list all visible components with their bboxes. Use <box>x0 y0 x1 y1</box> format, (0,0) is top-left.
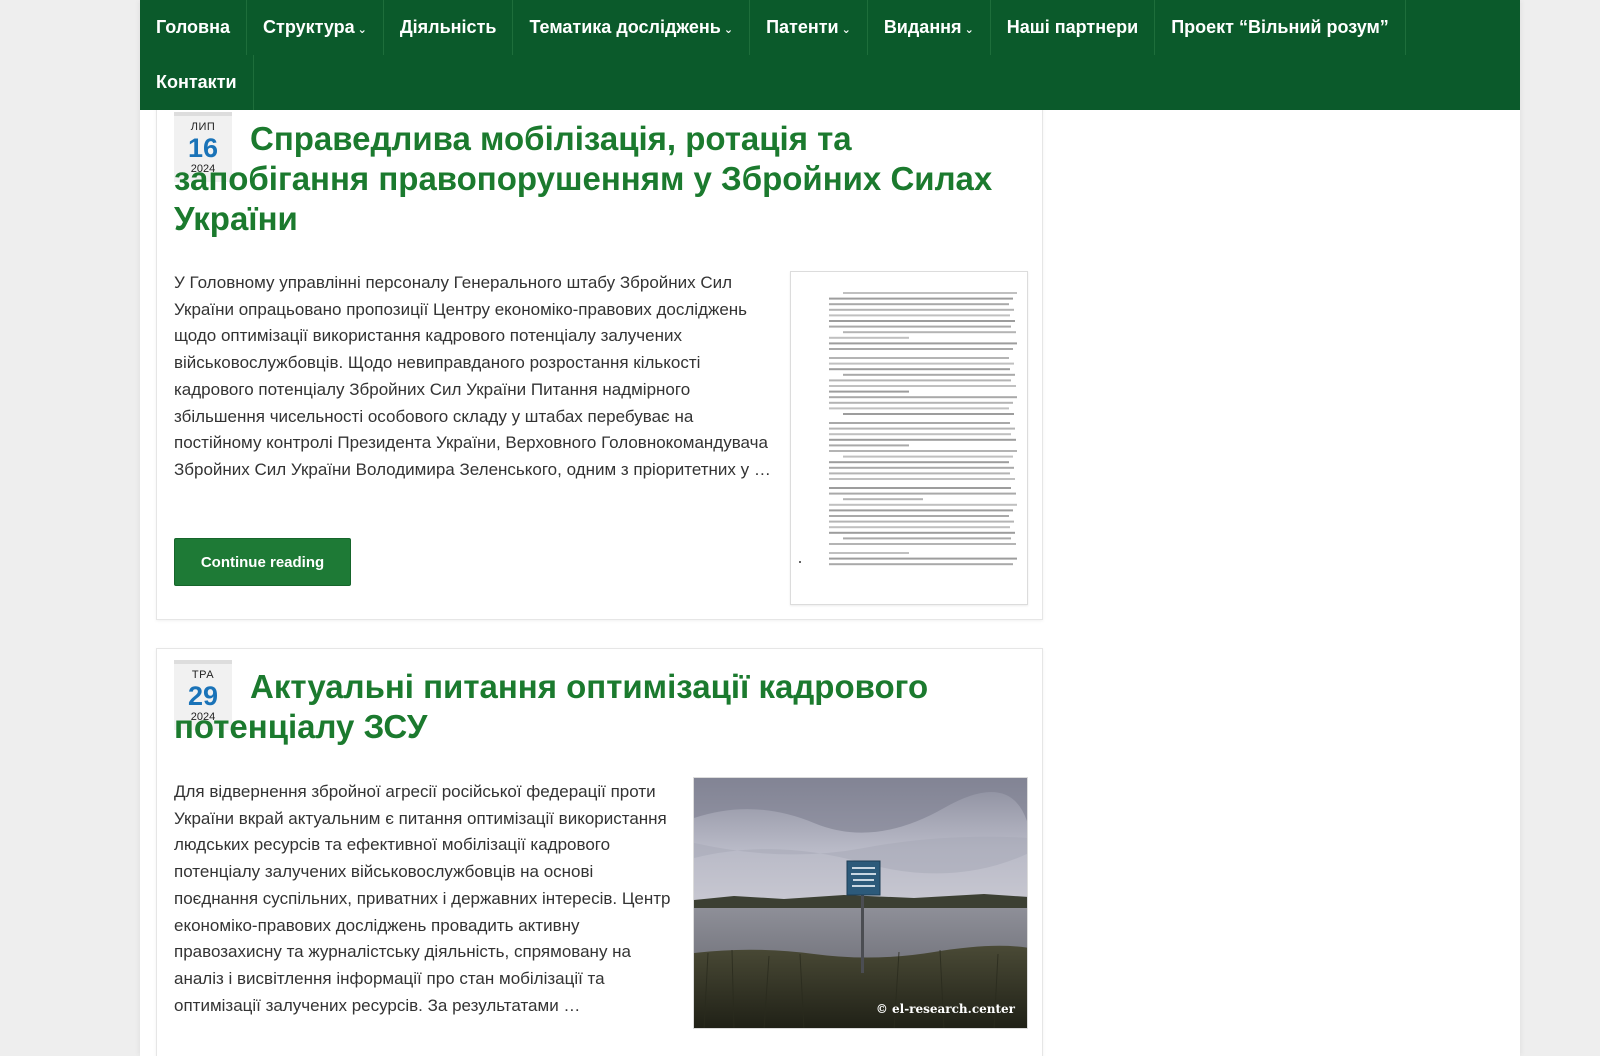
nav-item-label: Проект “Вільний розум” <box>1171 17 1389 37</box>
document-text-line <box>829 526 1010 529</box>
document-text-line <box>829 509 1013 512</box>
document-text-line <box>829 450 1017 452</box>
nav-item-label: Діяльність <box>399 17 497 37</box>
document-text-line <box>829 552 909 554</box>
document-text-line <box>829 557 1017 560</box>
document-text-line <box>829 401 1013 404</box>
post-photo[interactable]: © el-research.center <box>693 777 1028 1029</box>
photo-watermark-caption: © el-research.center <box>875 1002 1015 1016</box>
document-text-line <box>843 455 1013 458</box>
document-text-line <box>829 422 1010 424</box>
document-text-line <box>829 444 909 447</box>
document-text-line <box>829 472 1010 475</box>
nav-item-label: Структура <box>263 17 355 37</box>
document-text-line <box>829 320 1015 322</box>
document-text-line <box>829 303 1009 306</box>
nav-item-research-topics[interactable]: Тематика досліджень ⌄ <box>513 0 751 55</box>
document-thumbnail[interactable] <box>790 271 1028 605</box>
document-text-line <box>829 342 1017 345</box>
document-text-line <box>829 336 909 339</box>
document-text-line <box>829 563 1013 566</box>
nav-item-label: Контакти <box>156 72 237 92</box>
nav-item-activity[interactable]: Діяльність <box>384 0 514 55</box>
document-text-line <box>829 427 1015 430</box>
main-navigation: Головна Структура ⌄ Діяльність Тематика … <box>140 0 1520 110</box>
document-text-line <box>829 396 1017 399</box>
document-text-line <box>829 531 1015 534</box>
document-text-line <box>843 537 1011 540</box>
document-text-line <box>829 461 1009 464</box>
nav-item-free-mind-project[interactable]: Проект “Вільний розум” <box>1155 0 1406 55</box>
nav-item-contacts[interactable]: Контакти <box>140 55 254 110</box>
river-sign-photo-image <box>694 778 1027 1028</box>
nav-item-publications[interactable]: Видання ⌄ <box>868 0 991 55</box>
chevron-down-icon: ⌄ <box>841 23 851 36</box>
continue-reading-button[interactable]: Continue reading <box>174 538 351 586</box>
chevron-down-icon: ⌄ <box>723 23 734 36</box>
document-text-line <box>843 373 1015 376</box>
post-card: ТРА 29 2024 Актуальні питання оптимізаці… <box>156 648 1043 1056</box>
document-text-line <box>829 543 1016 545</box>
nav-item-label: Видання <box>883 17 962 37</box>
nav-item-label: Наші партнери <box>1006 17 1139 37</box>
nav-item-partners[interactable]: Наші партнери <box>991 0 1156 55</box>
post-excerpt: У Головному управлінні персоналу Генерал… <box>174 273 771 479</box>
document-text-line <box>829 433 1011 436</box>
post-excerpt: Для відвернення збройної агресії російсь… <box>174 782 671 1015</box>
nav-row-2: Контакти <box>140 55 1520 110</box>
document-text-line <box>829 515 1009 517</box>
nav-row-1: Головна Структура ⌄ Діяльність Тематика … <box>140 0 1520 55</box>
document-text-line <box>829 407 1009 410</box>
chevron-down-icon: ⌄ <box>964 23 974 36</box>
post-title[interactable]: Справедлива мобілізація, ротація та запо… <box>174 119 1025 239</box>
document-text-line <box>829 520 1014 523</box>
document-text-line <box>829 379 1011 382</box>
post-title[interactable]: Актуальні питання оптимізації кадрового … <box>174 667 1025 747</box>
nav-item-patents[interactable]: Патенти ⌄ <box>750 0 868 55</box>
document-text-line <box>843 413 1014 415</box>
nav-item-label: Головна <box>156 17 230 37</box>
document-text-line <box>829 348 1013 350</box>
document-text-line <box>829 297 1013 300</box>
document-scan-image <box>791 272 1027 604</box>
document-text-line <box>829 385 1016 387</box>
document-text-line <box>829 438 1016 441</box>
nav-item-label: Тематика досліджень <box>529 17 721 37</box>
nav-item-structure[interactable]: Структура ⌄ <box>247 0 384 55</box>
document-text-line <box>829 308 1014 311</box>
document-text-line <box>829 357 1009 359</box>
document-text-line <box>843 292 1017 294</box>
nav-item-home[interactable]: Головна <box>140 0 247 55</box>
nav-item-label: Патенти <box>766 17 839 37</box>
post-card: ЛИП 16 2024 Справедлива мобілізація, рот… <box>156 80 1043 620</box>
document-text-line <box>829 466 1014 469</box>
document-text-line <box>829 478 1015 480</box>
document-text-line <box>829 492 1016 495</box>
chevron-down-icon: ⌄ <box>357 23 367 36</box>
document-text-line <box>829 325 1011 328</box>
document-text-line <box>843 331 1016 334</box>
document-text-line <box>829 362 1014 365</box>
document-text-line <box>829 390 909 393</box>
document-text-line <box>843 498 923 501</box>
document-text-line <box>829 314 1010 317</box>
document-text-line <box>829 503 1017 506</box>
document-text-line <box>829 487 1011 489</box>
document-text-line <box>829 368 1010 371</box>
